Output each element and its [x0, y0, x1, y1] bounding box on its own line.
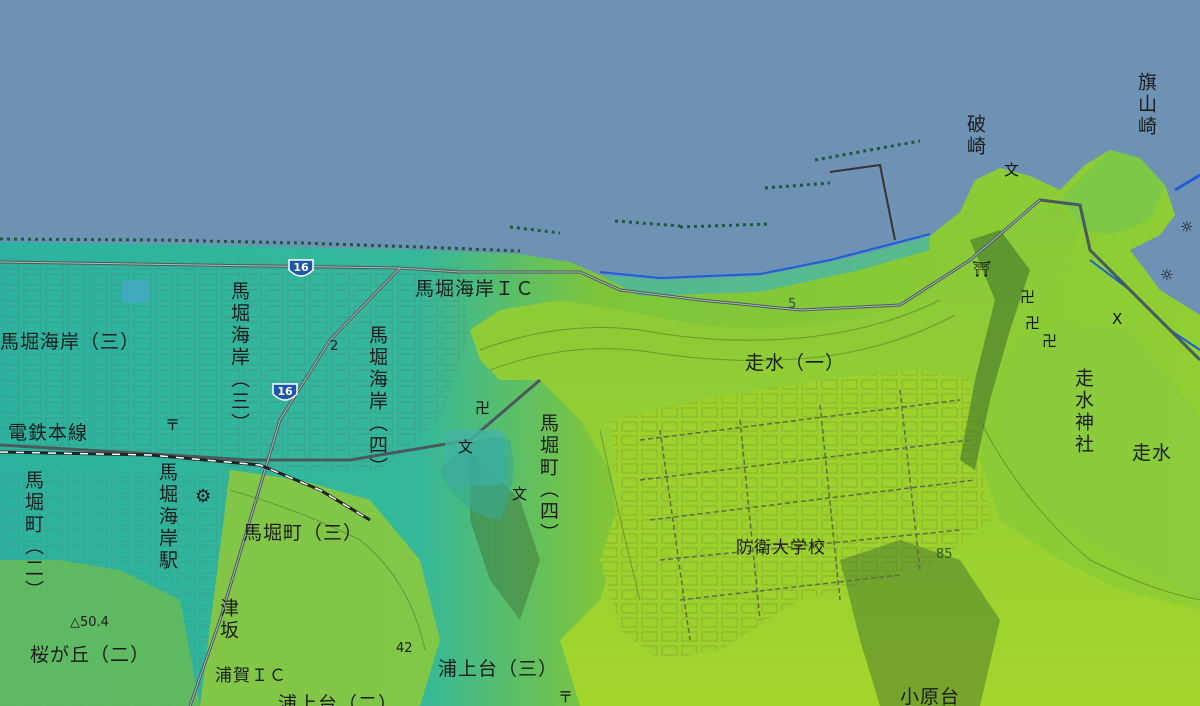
temple-icon: 卍 [1042, 332, 1058, 350]
temple-icon: 卍 [1025, 314, 1041, 332]
school-icon: 文 [458, 438, 474, 456]
temple-icon: 卍 [1020, 288, 1036, 306]
map-terrain [0, 0, 1200, 706]
route-16-shield-2: 16 [271, 382, 299, 404]
label-denshasen: 電鉄本線 [8, 422, 89, 444]
label-maborikaigan-eki: 馬堀海岸駅 [156, 462, 178, 572]
label-maborikaigan-3: 馬堀海岸（三） [0, 331, 141, 353]
lighthouse-icon: ☼ [1180, 218, 1194, 236]
label-uraga-ic: 浦賀ＩＣ [215, 666, 287, 686]
shrine-icon: ⛩ [972, 260, 992, 278]
topographic-map[interactable]: 16 16 旗山崎 破崎 馬堀海岸ＩＣ 馬堀海岸（三） 馬堀海岸（三） 馬堀海岸… [0, 0, 1200, 706]
label-uragamidai-2: 浦上台（二） [278, 693, 399, 706]
label-maborikaigan-v1: 馬堀海岸（三） [228, 281, 250, 435]
label-sakuragaoka-2: 桜が丘（二） [30, 644, 151, 666]
elevation-42: 42 [396, 641, 413, 656]
factory-icon: ⚙ [195, 486, 212, 507]
label-kobaradai: 小原台 [900, 686, 961, 706]
label-maborikaigan-ic: 馬堀海岸ＩＣ [415, 278, 536, 300]
label-hashirimizu-jinja: 走水神社 [1072, 368, 1094, 456]
lighthouse-icon: ☼ [1160, 266, 1174, 284]
label-tsuzaka: 津坂 [217, 598, 239, 642]
temple-icon: 卍 [475, 399, 491, 417]
police-box-icon: X [1112, 310, 1123, 328]
label-maborichou-4: 馬堀町（四） [537, 413, 559, 545]
label-uragamidai-3: 浦上台（三） [438, 658, 559, 680]
elevation-2: 2 [330, 339, 339, 354]
route-16-shield: 16 [287, 258, 315, 280]
label-maborichou-3: 馬堀町（三） [243, 522, 364, 544]
label-hatayama: 旗山崎 [1135, 72, 1157, 138]
elevation-85: 85 [936, 547, 953, 562]
post-office-icon: 〒 [558, 688, 574, 706]
label-hashirimizu-1: 走水（一） [745, 352, 846, 374]
elevation-peak: △50.4 [70, 615, 109, 630]
label-hazaki: 破崎 [964, 114, 986, 158]
post-office-icon: 〒 [165, 416, 181, 434]
label-hashirimizu: 走水 [1132, 442, 1173, 464]
school-icon: 文 [512, 485, 528, 503]
school-icon: 文 [1004, 161, 1020, 179]
elevation-5: 5 [788, 297, 797, 312]
label-maborikaigan-v2: 馬堀海岸（四） [366, 325, 388, 479]
label-boueidaigakkou: 防衛大学校 [736, 538, 826, 558]
label-maborichou-left: 馬堀町（二） [22, 470, 44, 602]
